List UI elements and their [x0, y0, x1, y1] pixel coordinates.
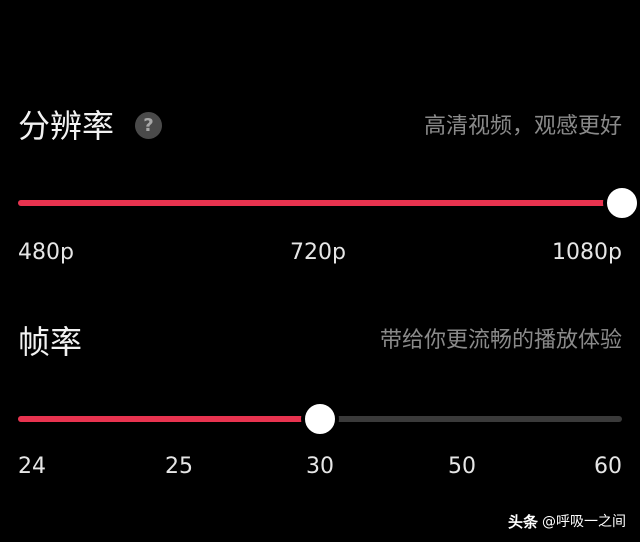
- framerate-tick-24: 24: [18, 454, 46, 479]
- framerate-slider-thumb[interactable]: [302, 401, 338, 437]
- watermark-handle: @呼吸一之间: [542, 514, 626, 530]
- framerate-title: 帧率: [18, 323, 83, 361]
- watermark-brand: 头条: [507, 513, 538, 531]
- resolution-description: 高清视频，观感更好: [423, 114, 622, 139]
- framerate-tick-50: 50: [448, 454, 476, 479]
- framerate-slider-fill: [18, 416, 320, 422]
- framerate-description: 带给你更流畅的播放体验: [379, 328, 622, 353]
- framerate-slider[interactable]: [18, 399, 622, 439]
- resolution-tick-720p: 720p: [290, 240, 346, 265]
- framerate-tick-60: 60: [594, 454, 622, 479]
- question-circle-icon[interactable]: ?: [135, 112, 162, 139]
- resolution-tick-480p: 480p: [18, 240, 74, 265]
- resolution-title: 分辨率: [18, 107, 115, 145]
- framerate-tick-30: 30: [306, 454, 334, 479]
- resolution-tick-1080p: 1080p: [552, 240, 622, 265]
- watermark: 头条 @呼吸一之间: [508, 512, 626, 532]
- resolution-slider-fill: [18, 200, 622, 206]
- resolution-slider[interactable]: [18, 183, 640, 223]
- resolution-slider-thumb[interactable]: [604, 185, 640, 221]
- framerate-tick-25: 25: [165, 454, 193, 479]
